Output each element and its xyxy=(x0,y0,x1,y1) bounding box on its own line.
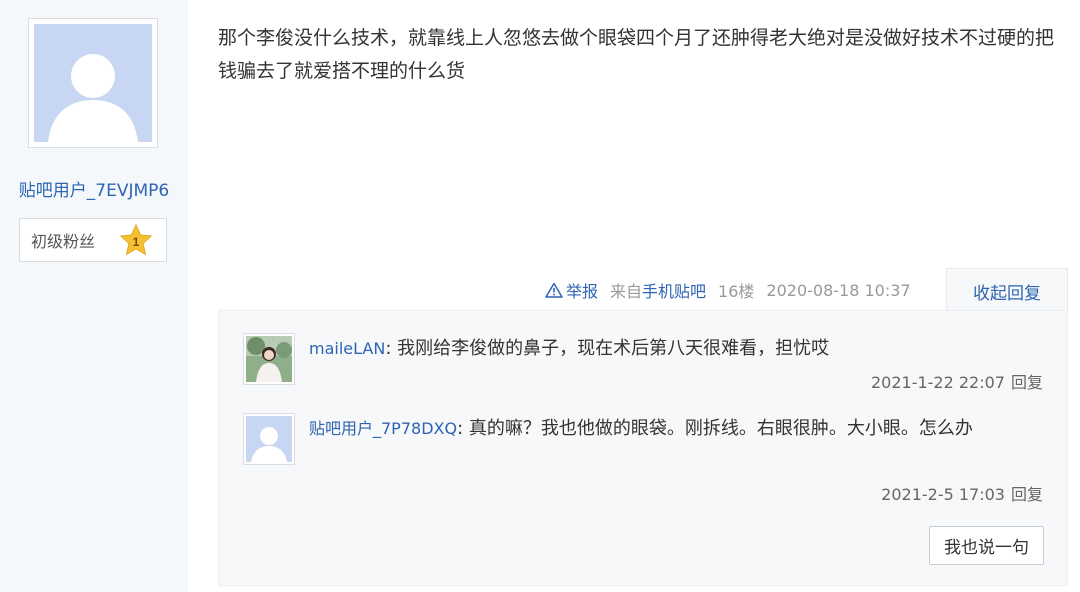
report-link[interactable]: 举报 xyxy=(545,278,598,302)
author-avatar[interactable] xyxy=(28,18,158,148)
fan-level-label: 初级粉丝 xyxy=(31,232,96,251)
reply-avatar[interactable] xyxy=(243,333,295,385)
reply-message: : 真的嘛？我也他做的眼袋。刚拆线。右眼很肿。大小眼。怎么办 xyxy=(457,418,973,439)
from-label: 来自 xyxy=(610,282,643,301)
report-label: 举报 xyxy=(566,282,599,301)
reply-link[interactable]: 回复 xyxy=(1011,485,1043,504)
reply-username-link[interactable]: maileLAN xyxy=(309,339,385,358)
reply-time: 2021-2-5 17:03 xyxy=(881,485,1005,504)
author-sidebar: 贴吧用户_7EVJMP6 初级粉丝 1 xyxy=(0,0,188,592)
star-icon: 1 xyxy=(119,224,153,256)
reply-list: maileLAN: 我刚给李俊做的鼻子，现在术后第八天很难看，担忧哎 2021-… xyxy=(218,310,1068,586)
collapse-replies-button[interactable]: 收起回复 xyxy=(946,268,1068,314)
reply-time: 2021-1-22 22:07 xyxy=(870,373,1005,392)
reply-text: 贴吧用户_7P78DXQ: 真的嘛？我也他做的眼袋。刚拆线。右眼很肿。大小眼。怎… xyxy=(309,413,1039,445)
default-avatar-icon xyxy=(246,416,292,462)
client-link[interactable]: 手机贴吧 xyxy=(642,282,706,301)
reply-text: maileLAN: 我刚给李俊做的鼻子，现在术后第八天很难看，担忧哎 xyxy=(309,333,1039,365)
post-meta: 举报 来自手机贴吧 16楼 2020-08-18 10:37 xyxy=(545,276,911,304)
floor-number: 16楼 xyxy=(718,282,755,301)
author-name-link[interactable]: 贴吧用户_7EVJMP6 xyxy=(0,176,188,201)
reply-footer: 2021-1-22 22:07 回复 xyxy=(871,369,1043,393)
reply-message: : 我刚给李俊做的鼻子，现在术后第八天很难看，担忧哎 xyxy=(385,338,830,359)
post-content: 那个李俊没什么技术，就靠线上人忽悠去做个眼袋四个月了还肿得老大绝对是没做好技术不… xyxy=(218,27,1055,82)
photo-avatar-icon xyxy=(246,336,292,382)
reply-avatar[interactable] xyxy=(243,413,295,465)
fan-level-badge[interactable]: 初级粉丝 1 xyxy=(19,218,167,262)
reply-link[interactable]: 回复 xyxy=(1011,373,1043,392)
post-source: 来自手机贴吧 xyxy=(610,278,706,302)
default-avatar-icon xyxy=(34,24,152,142)
say-something-button[interactable]: 我也说一句 xyxy=(929,526,1044,565)
fan-level-number: 1 xyxy=(133,235,140,249)
reply-username-link[interactable]: 贴吧用户_7P78DXQ xyxy=(309,419,457,438)
list-item: maileLAN: 我刚给李俊做的鼻子，现在术后第八天很难看，担忧哎 2021-… xyxy=(243,333,1043,403)
warning-icon xyxy=(545,282,563,298)
post-time: 2020-08-18 10:37 xyxy=(766,280,911,300)
reply-footer: 2021-2-5 17:03 回复 xyxy=(881,481,1043,505)
list-item: 贴吧用户_7P78DXQ: 真的嘛？我也他做的眼袋。刚拆线。右眼很肿。大小眼。怎… xyxy=(243,413,1043,513)
